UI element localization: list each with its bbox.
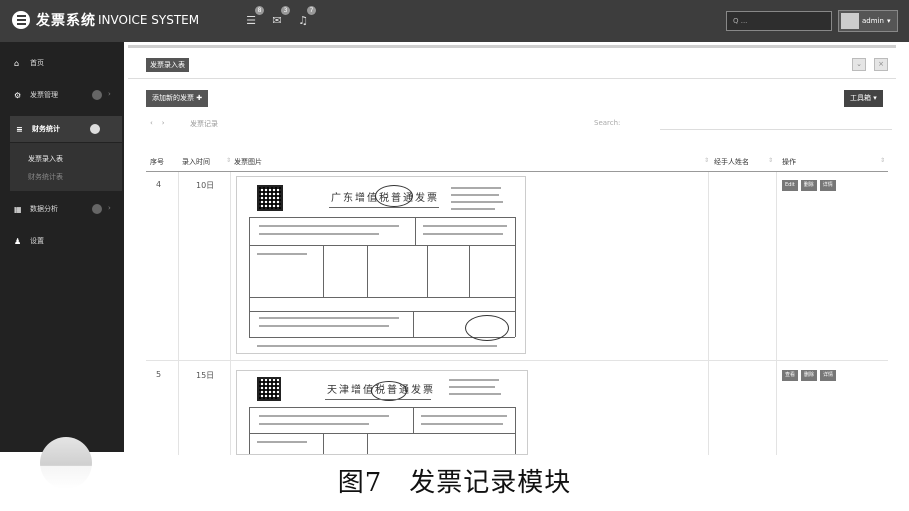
sidebar-item-label: 数据分析: [30, 205, 58, 213]
mail-badge: 3: [281, 6, 290, 15]
caret-down-icon: ▾: [886, 17, 891, 25]
sidebar-item-data-analysis[interactable]: ▦ 数据分析 ›: [0, 196, 124, 222]
menu-toggle-icon[interactable]: [12, 11, 30, 29]
brand[interactable]: 发票系统 INVOICE SYSTEM: [12, 10, 199, 30]
breadcrumb: 发票录入表: [146, 58, 189, 72]
invoice-image[interactable]: 广东增值税普通发票: [236, 176, 526, 354]
row-index: 5: [156, 370, 162, 379]
col-header-index[interactable]: 序号: [150, 157, 164, 167]
count-badge: [92, 204, 102, 214]
row-time: 10日: [196, 181, 215, 190]
tools-dropdown-button[interactable]: 工具箱 ▾: [844, 90, 883, 107]
gears-icon: ⚙: [14, 90, 22, 100]
app-title-cn: 发票系统: [36, 13, 96, 29]
sidebar-subitem-invoice-entry[interactable]: 发票录入表: [28, 154, 63, 164]
sidebar: ⌂ 首页 ⚙ 发票管理 › ≡ 财务统计 发票录入表 财务统计表 ▦ 数据分析 …: [0, 42, 124, 489]
bell-icon[interactable]: ♫ 7: [296, 6, 316, 27]
stamp-oval: [465, 315, 509, 341]
chevron-right-icon: ›: [108, 204, 111, 212]
divider: [230, 172, 231, 455]
user-icon: ♟: [14, 236, 22, 246]
table-search-label: Search:: [594, 119, 621, 127]
invoice-image[interactable]: 天津增值税普通发票: [236, 370, 528, 455]
qr-code-icon: [257, 185, 283, 211]
view-button[interactable]: 查看: [782, 370, 799, 381]
detail-button[interactable]: 详情: [819, 180, 836, 191]
bell-badge: 7: [307, 6, 316, 15]
table-header: 序号 录入时间 ⇕ 发票图片 ⇕ 经手人姓名 ⇕ 操作 ⇕: [146, 150, 888, 172]
user-name: admin: [862, 17, 884, 25]
stamp-oval: [371, 381, 407, 401]
sidebar-item-settings[interactable]: ♟ 设置: [0, 228, 124, 254]
sidebar-item-home[interactable]: ⌂ 首页: [0, 50, 124, 76]
edit-button[interactable]: Edit: [782, 180, 798, 191]
count-badge: [90, 124, 100, 134]
sidebar-item-invoice-manage[interactable]: ⚙ 发票管理 ›: [0, 82, 124, 108]
sidebar-item-finance-stats[interactable]: ≡ 财务统计: [10, 116, 122, 142]
pager-text: 发票记录: [190, 120, 218, 128]
delete-button[interactable]: 删除: [800, 180, 817, 191]
row-index: 4: [156, 180, 162, 189]
col-header-time[interactable]: 录入时间: [182, 157, 210, 167]
sidebar-item-label: 设置: [30, 237, 44, 245]
sidebar-item-label: 发票管理: [30, 91, 58, 99]
table-search-input[interactable]: [660, 114, 892, 130]
delete-button[interactable]: 删除: [801, 370, 818, 381]
sort-icon[interactable]: ⇕: [704, 157, 709, 164]
divider: [128, 78, 896, 79]
sort-icon[interactable]: ⇕: [880, 157, 885, 164]
sidebar-item-label: 财务统计: [32, 125, 60, 133]
sidebar-active-group: [10, 143, 122, 191]
home-icon: ⌂: [14, 58, 20, 68]
divider: [146, 360, 888, 361]
collapse-icon[interactable]: ⌄: [852, 58, 866, 71]
header-search-input[interactable]: Q ...: [726, 11, 832, 31]
avatar: [841, 13, 859, 29]
sidebar-item-label: 首页: [30, 59, 44, 67]
app-title-en: INVOICE SYSTEM: [98, 13, 200, 27]
next-page[interactable]: ›: [162, 119, 165, 127]
detail-button[interactable]: 详情: [820, 370, 837, 381]
pager-prev-next[interactable]: ‹ ›: [150, 119, 165, 127]
count-badge: [92, 90, 102, 100]
top-navbar: 发票系统 INVOICE SYSTEM ☰ 8 ✉ 3 ♫ 7 Q ... admin…: [0, 0, 909, 42]
col-header-actions: 操作: [782, 158, 796, 166]
main-panel: 发票录入表 ⌄ × 添加新的发票 ✚ 工具箱 ▾ ‹ › 发票记录 Search…: [128, 45, 896, 455]
close-icon[interactable]: ×: [874, 58, 888, 71]
qr-code-icon: [257, 377, 281, 401]
notif-badge: 8: [255, 6, 264, 15]
divider: [776, 172, 777, 455]
underline: [329, 207, 439, 208]
sidebar-subitem-finance-table[interactable]: 财务统计表: [28, 172, 63, 182]
mail-icon[interactable]: ✉ 3: [270, 6, 290, 27]
chart-icon: ▦: [14, 204, 22, 214]
add-invoice-button[interactable]: 添加新的发票 ✚: [146, 90, 209, 107]
prev-page[interactable]: ‹: [150, 119, 153, 127]
sort-icon[interactable]: ⇕: [226, 157, 231, 164]
row-time: 15日: [196, 371, 215, 380]
divider: [178, 172, 179, 455]
user-menu[interactable]: admin ▾: [838, 10, 898, 32]
row-actions: 查看 删除 详情: [782, 370, 837, 381]
bars-icon: ≡: [16, 124, 23, 134]
chevron-right-icon: ›: [108, 90, 111, 98]
divider: [708, 172, 709, 455]
col-header-handler[interactable]: 经手人姓名: [714, 157, 749, 167]
row-actions: Edit 删除 详情: [782, 180, 836, 191]
figure-caption: 图7 发票记录模块: [337, 468, 572, 498]
sort-icon[interactable]: ⇕: [768, 157, 773, 164]
list-icon[interactable]: ☰ 8: [244, 6, 264, 27]
stamp-oval: [375, 185, 413, 207]
col-header-image[interactable]: 发票图片: [234, 157, 262, 167]
